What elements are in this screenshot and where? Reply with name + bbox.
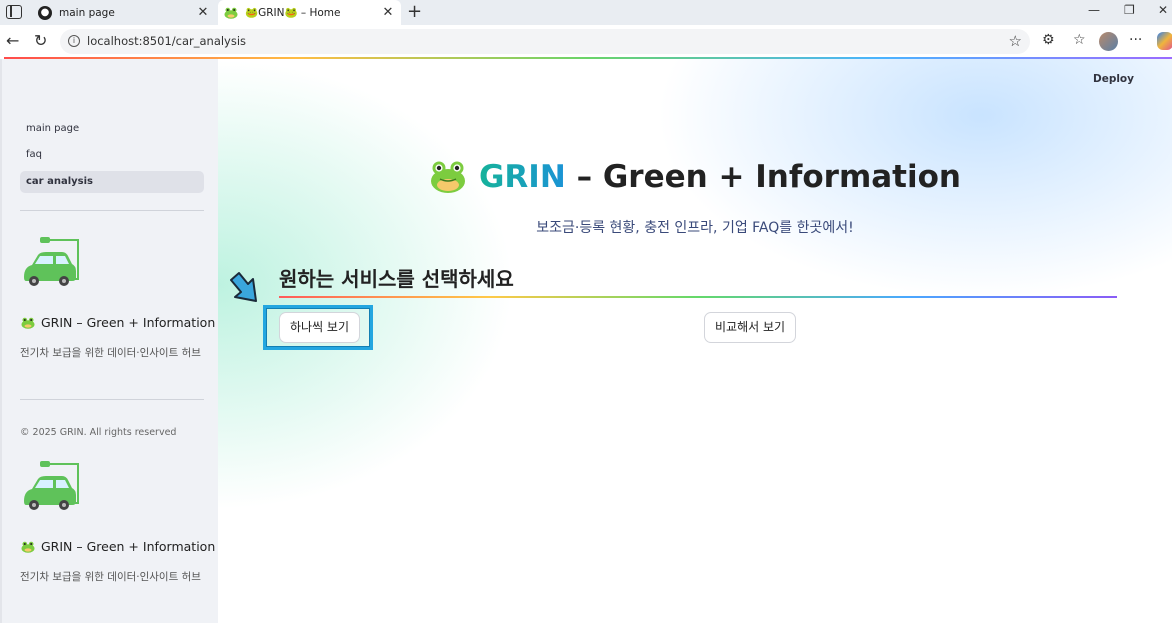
tab-main-page[interactable]: ● main page ✕ <box>32 0 216 25</box>
brand-title-text: GRIN – Green + Information <box>41 539 216 554</box>
close-icon[interactable]: ✕ <box>196 5 210 20</box>
ev-car-icon <box>24 461 79 510</box>
main-content: Deploy GRIN – Green + Information 보조금·등록… <box>218 59 1172 623</box>
single-view-button[interactable]: 하나씩 보기 <box>279 312 361 343</box>
arrow-down-right-icon <box>230 272 257 302</box>
hero-title: GRIN – Green + Information <box>218 159 1172 198</box>
tab-actions-icon[interactable] <box>6 5 22 19</box>
site-info-icon[interactable]: i <box>68 35 80 47</box>
new-tab-icon[interactable]: + <box>407 1 422 22</box>
ev-car-icon <box>24 237 79 286</box>
section-divider <box>279 296 1117 298</box>
sidebar-item-car-analysis[interactable]: car analysis <box>20 171 204 193</box>
sidebar: main page faq car analysis GRIN – Green … <box>0 59 218 623</box>
favorite-star-icon[interactable]: ☆ <box>1009 32 1022 50</box>
favorites-icon[interactable]: ☆ <box>1073 32 1086 48</box>
window-close-icon[interactable]: ✕ <box>1158 3 1168 17</box>
copilot-icon[interactable] <box>1157 32 1172 50</box>
frog-icon <box>21 317 35 329</box>
frog-icon <box>21 541 35 553</box>
hero-title-accent: GRIN <box>478 159 566 195</box>
refresh-icon[interactable]: ↻ <box>34 31 47 50</box>
sidebar-item-main-page[interactable]: main page <box>20 118 204 140</box>
close-icon[interactable]: ✕ <box>381 5 395 20</box>
address-bar-row: ← ↻ i localhost:8501/car_analysis ☆ ⚙ ☆ … <box>0 25 1172 58</box>
browser-tab-bar: ● main page ✕ 🐸GRIN🐸 – Home ✕ + — ❐ ✕ <box>0 0 1172 25</box>
frog-icon <box>429 160 467 194</box>
profile-avatar[interactable] <box>1099 32 1118 51</box>
tab-title: 🐸GRIN🐸 – Home <box>245 7 341 19</box>
sidebar-divider <box>20 399 204 400</box>
section-title: 원하는 서비스를 선택하세요 <box>279 267 514 291</box>
url-text: localhost:8501/car_analysis <box>87 34 247 48</box>
more-menu-icon[interactable]: ··· <box>1129 32 1142 48</box>
restore-icon[interactable]: ❐ <box>1124 3 1135 17</box>
sidebar-brand-title: GRIN – Green + Information <box>21 539 215 554</box>
back-icon[interactable]: ← <box>6 31 19 50</box>
copyright-text: © 2025 GRIN. All rights reserved <box>20 427 177 438</box>
frog-icon <box>224 6 238 20</box>
hero-title-rest: – Green + Information <box>565 159 961 195</box>
minimize-icon[interactable]: — <box>1088 3 1100 17</box>
sidebar-brand-subtitle: 전기차 보급을 위한 데이터·인사이트 허브 <box>20 347 201 359</box>
sidebar-brand-title: GRIN – Green + Information <box>21 315 215 330</box>
tab-grin-home[interactable]: 🐸GRIN🐸 – Home ✕ <box>218 0 401 25</box>
url-field[interactable]: i localhost:8501/car_analysis ☆ <box>60 29 1030 54</box>
hero-subtitle: 보조금·등록 현황, 충전 인프라, 기업 FAQ를 한곳에서! <box>536 220 854 236</box>
tab-title: main page <box>59 6 115 19</box>
extensions-icon[interactable]: ⚙ <box>1042 32 1055 48</box>
compare-view-button[interactable]: 비교해서 보기 <box>704 312 797 343</box>
sidebar-item-faq[interactable]: faq <box>20 144 204 166</box>
sidebar-brand-subtitle: 전기차 보급을 위한 데이터·인사이트 허브 <box>20 571 201 583</box>
streamlit-icon: ● <box>38 5 52 20</box>
deploy-button[interactable]: Deploy <box>1093 73 1134 85</box>
sidebar-divider <box>20 210 204 211</box>
brand-title-text: GRIN – Green + Information <box>41 315 216 330</box>
